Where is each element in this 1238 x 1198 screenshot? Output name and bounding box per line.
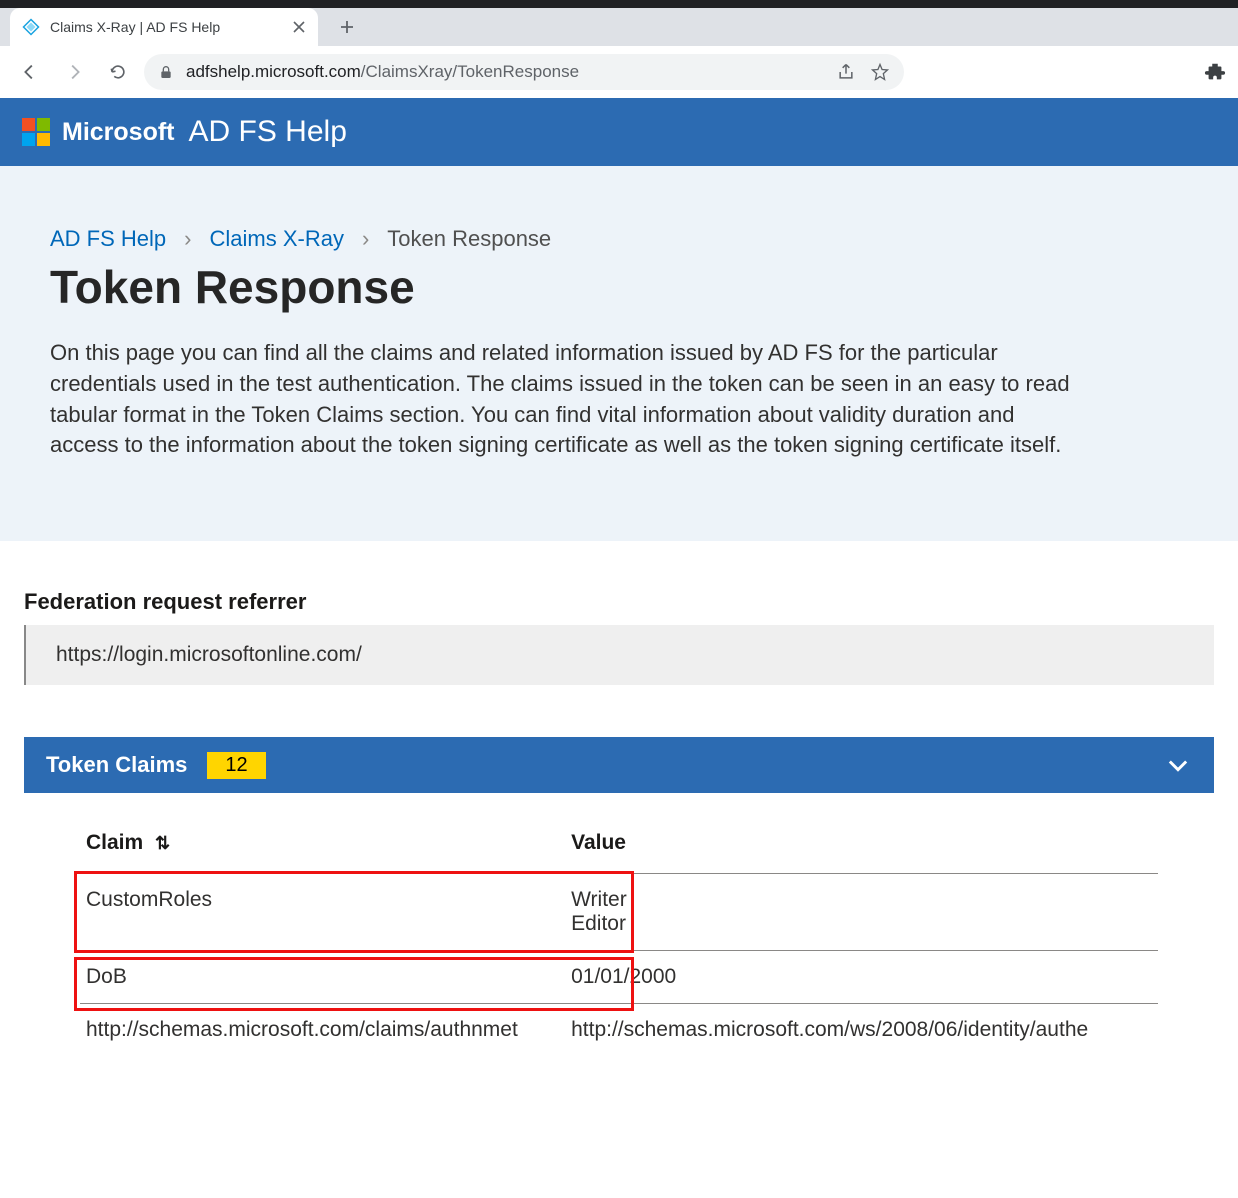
reload-button[interactable] [100,54,136,90]
table-row: DoB01/01/2000 [80,951,1158,1004]
value-cell: http://schemas.microsoft.com/ws/2008/06/… [565,1004,1158,1057]
url-text: adfshelp.microsoft.com/ClaimsXray/TokenR… [186,62,822,82]
close-tab-icon[interactable] [292,20,306,34]
claim-cell: CustomRoles [80,874,565,951]
page-intro: On this page you can find all the claims… [50,338,1070,461]
value-cell: 01/01/2000 [565,951,1158,1004]
forward-button[interactable] [56,54,92,90]
page-title: Token Response [50,260,1188,314]
column-header-claim[interactable]: Claim ⇅ [80,821,565,874]
breadcrumb: AD FS Help › Claims X-Ray › Token Respon… [50,226,1188,252]
brand-label: Microsoft [62,118,175,147]
chevron-right-icon: › [362,226,369,252]
claims-table: Claim ⇅ Value CustomRolesWriterEditorDoB… [24,793,1214,1056]
column-header-value[interactable]: Value [565,821,1158,874]
browser-toolbar: adfshelp.microsoft.com/ClaimsXray/TokenR… [0,46,1238,98]
referrer-label: Federation request referrer [24,589,1214,615]
breadcrumb-link-0[interactable]: AD FS Help [50,226,166,252]
address-bar[interactable]: adfshelp.microsoft.com/ClaimsXray/TokenR… [144,54,904,90]
content-section: Federation request referrer https://logi… [0,541,1238,1076]
referrer-value: https://login.microsoftonline.com/ [24,625,1214,685]
back-button[interactable] [12,54,48,90]
extensions-icon[interactable] [1204,61,1226,83]
url-path: /ClaimsXray/TokenResponse [361,62,579,81]
sort-icon[interactable]: ⇅ [155,833,170,853]
favicon-icon [22,18,40,36]
share-icon[interactable] [836,62,856,82]
chevron-down-icon [1164,751,1192,779]
claim-cell: DoB [80,951,565,1004]
hero-section: AD FS Help › Claims X-Ray › Token Respon… [0,166,1238,541]
table-row: CustomRolesWriterEditor [80,874,1158,951]
token-claims-title: Token Claims [46,752,187,778]
claim-cell: http://schemas.microsoft.com/claims/auth… [80,1004,565,1057]
microsoft-logo-icon [22,118,50,146]
browser-tab[interactable]: Claims X-Ray | AD FS Help [10,8,318,46]
value-cell: WriterEditor [565,874,1158,951]
tab-strip: Claims X-Ray | AD FS Help [0,0,1238,46]
new-tab-button[interactable] [332,12,362,42]
breadcrumb-current: Token Response [387,226,551,252]
breadcrumb-link-1[interactable]: Claims X-Ray [209,226,343,252]
app-label[interactable]: AD FS Help [189,115,347,149]
bookmark-icon[interactable] [870,62,890,82]
token-claims-accordion[interactable]: Token Claims 12 [24,737,1214,793]
claims-count-badge: 12 [207,752,265,779]
browser-chrome: Claims X-Ray | AD FS Help adfshelp.micro… [0,0,1238,98]
chevron-right-icon: › [184,226,191,252]
lock-icon [158,64,174,80]
url-host: adfshelp.microsoft.com [186,62,361,81]
tab-title: Claims X-Ray | AD FS Help [50,19,284,35]
site-header: Microsoft AD FS Help [0,98,1238,166]
table-row: http://schemas.microsoft.com/claims/auth… [80,1004,1158,1057]
